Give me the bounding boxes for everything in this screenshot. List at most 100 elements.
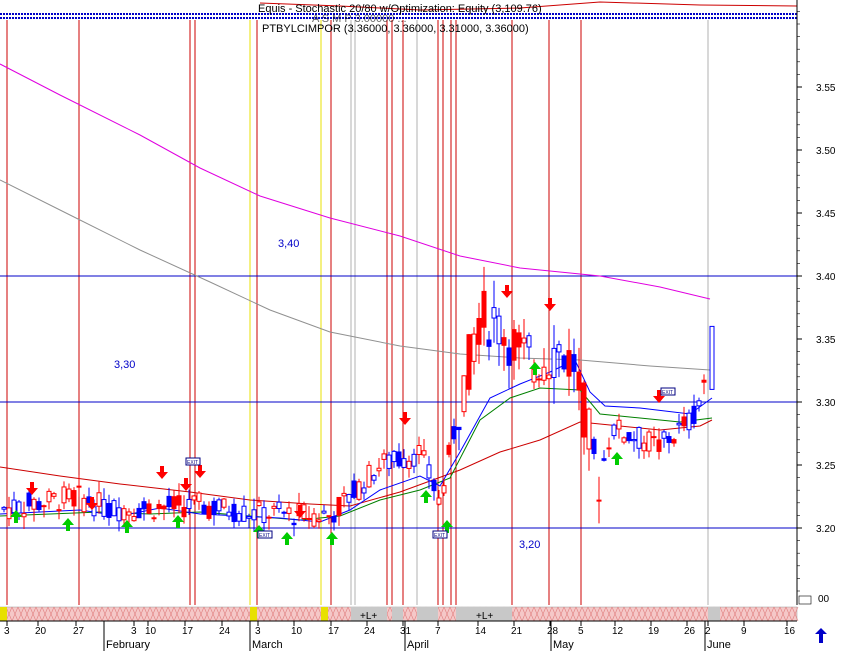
candle-body — [36, 501, 42, 511]
candle-body — [701, 379, 707, 383]
candle-body — [436, 497, 442, 505]
candle-body — [76, 485, 82, 488]
candle-body — [471, 333, 477, 362]
candle-body — [556, 344, 562, 353]
candle-body — [431, 479, 437, 492]
x-tick-label: 3 — [255, 626, 261, 637]
candle-body — [71, 490, 77, 507]
candle-body — [171, 496, 177, 510]
candle-body — [446, 444, 452, 455]
candle-body — [506, 347, 512, 366]
candle-body — [651, 436, 657, 439]
candle-body — [146, 503, 152, 514]
candle-body — [26, 492, 32, 507]
candle-body — [526, 335, 532, 348]
chart-panel: EXIT EXIT EXIT EXIT +L+ +L+ 3.55 3.50 3.45 3.40 3… — [0, 0, 843, 651]
x-tick-label: 24 — [219, 626, 231, 637]
candle-body — [371, 475, 377, 481]
candle-body — [66, 488, 72, 500]
y-tick-label: 3.35 — [816, 335, 836, 346]
x-tick-label: 12 — [612, 626, 624, 637]
x-tick-label: 10 — [145, 626, 157, 637]
security-title: PTBYLCIMPOR (3.36000, 3.36000, 3.31000, … — [262, 23, 529, 35]
candle-body — [1, 506, 7, 510]
candle-body — [111, 500, 117, 517]
level-label: 3,40 — [278, 238, 299, 250]
candle-body — [221, 498, 227, 508]
y-tick-label: 3.40 — [816, 272, 836, 283]
candle-body — [21, 513, 27, 518]
candle-body — [666, 436, 672, 443]
candle-body — [231, 503, 237, 523]
exit-tag-label: EXIT — [662, 390, 673, 396]
candle-body — [486, 339, 492, 347]
strip-block — [392, 607, 403, 621]
ma-short-line — [0, 387, 713, 521]
candle-body — [106, 503, 112, 518]
candle-body — [156, 504, 162, 510]
candle-body — [636, 426, 642, 449]
candle-body — [121, 508, 127, 521]
candle-body — [686, 412, 692, 431]
candle-body — [551, 347, 557, 378]
candle-body — [116, 507, 122, 522]
x-tick-label: 27 — [73, 626, 85, 637]
candle-body — [361, 487, 367, 494]
y-tick-label: 3.50 — [816, 146, 836, 157]
month-label: February — [106, 639, 151, 651]
candle-body — [331, 516, 337, 523]
candle-body — [656, 439, 662, 452]
candle-body — [576, 371, 582, 391]
candle-body — [536, 378, 542, 381]
candle-body — [441, 485, 447, 494]
candle-body — [321, 510, 327, 514]
candle-body — [696, 400, 702, 407]
candle-body — [566, 350, 572, 377]
candle-body — [426, 464, 432, 479]
entry-label: +L+ — [360, 611, 377, 622]
candle-body — [491, 307, 497, 319]
x-tick-label: 17 — [182, 626, 194, 637]
candle-body — [31, 498, 37, 510]
x-tick-label: 7 — [435, 626, 441, 637]
x-tick-label: 9 — [741, 626, 747, 637]
candle-body — [591, 438, 597, 454]
candle-body — [646, 431, 652, 452]
exit-tag-label: EXIT — [434, 533, 445, 539]
candle-body — [136, 507, 142, 519]
candle-body — [206, 505, 212, 519]
candle-body — [236, 513, 242, 522]
candle-body — [641, 442, 647, 452]
candle-body — [311, 513, 317, 527]
y-tick-label: 3.25 — [816, 461, 836, 472]
buy-arrow-icon — [611, 452, 623, 465]
candle-body — [396, 451, 402, 467]
candle-body — [496, 315, 502, 345]
x-tick-label: 28 — [547, 626, 559, 637]
x-tick-label: 19 — [648, 626, 660, 637]
candle-body — [521, 337, 527, 344]
candle-body — [481, 290, 487, 328]
candle-body — [596, 499, 602, 502]
candle-body — [601, 458, 607, 461]
candle-body — [316, 519, 322, 523]
y-tick-label: 3.55 — [816, 83, 836, 94]
month-label: June — [707, 639, 731, 651]
x-tick-label: 5 — [578, 626, 584, 637]
strip-block — [321, 607, 328, 621]
candle-body — [511, 329, 517, 361]
scale-box-icon — [798, 595, 812, 605]
candle-body — [586, 408, 592, 450]
x-tick-label: 20 — [35, 626, 47, 637]
candle-body — [466, 334, 472, 390]
month-label: March — [252, 639, 283, 651]
x-tick-label: 3 — [131, 626, 137, 637]
candle-body — [581, 382, 587, 438]
sell-arrow-icon — [544, 298, 556, 311]
candle-body — [411, 453, 417, 467]
level-label: 3,20 — [519, 539, 540, 551]
candle-body — [201, 504, 207, 514]
candle-body — [621, 437, 627, 443]
x-tick-label: 3 — [4, 626, 10, 637]
exit-tag-label: EXIT — [259, 533, 270, 539]
